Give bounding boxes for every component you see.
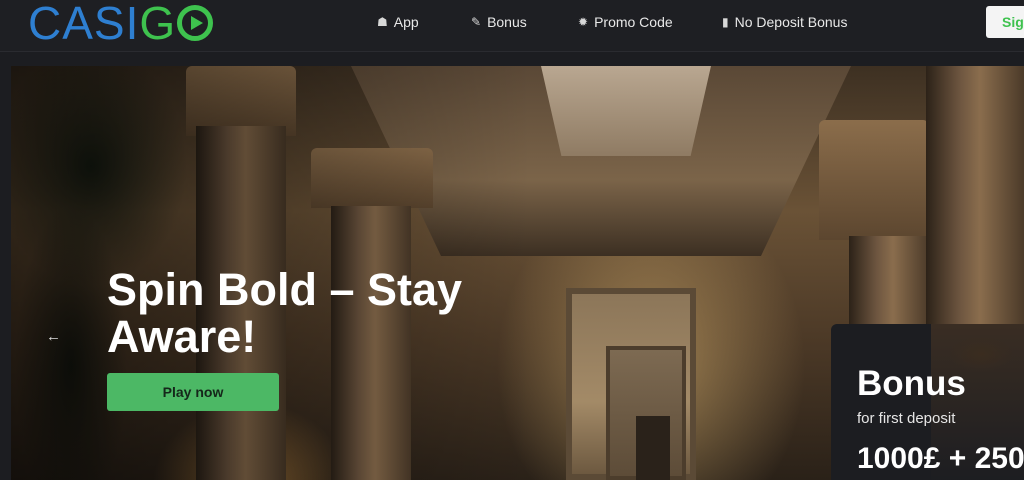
casigo-logo[interactable]: CASIG — [28, 0, 214, 49]
nav-item-label: App — [393, 14, 419, 30]
bonus-title: Bonus — [857, 364, 966, 403]
bonus-card[interactable]: Bonus for first deposit 1000£ + 250 — [831, 324, 1024, 480]
play-now-button[interactable]: Play now — [107, 373, 279, 411]
bonus-icon: ✎ — [471, 15, 482, 29]
logo-text-g: G — [139, 0, 177, 49]
nav-item-promo-code[interactable]: ✹ Promo Code — [578, 14, 673, 30]
nav-item-label: No Deposit Bonus — [734, 14, 848, 30]
hero-banner: ← Spin Bold – Stay Aware! Play now Bonus… — [11, 66, 1024, 480]
nav-item-app[interactable]: ☗ App — [377, 14, 419, 30]
hero-bg-skylight — [541, 66, 711, 156]
nav-item-bonus[interactable]: ✎ Bonus — [471, 14, 527, 30]
logo-play-icon — [177, 5, 214, 41]
nav-item-label: Promo Code — [594, 14, 673, 30]
nav-item-label: Bonus — [487, 14, 527, 30]
site-header: CASIG ☗ App ✎ Bonus ✹ Promo Code ▮ No De… — [0, 0, 1024, 52]
signup-button[interactable]: Sig — [986, 6, 1024, 38]
phone-icon: ▮ — [722, 15, 729, 29]
hero-bg-dark-door — [636, 416, 670, 480]
bonus-subtitle: for first deposit — [857, 410, 956, 427]
app-icon: ☗ — [377, 15, 388, 29]
promo-icon: ✹ — [578, 15, 589, 29]
hero-bg-pillar-cap — [819, 120, 929, 240]
logo-text-casi: CASI — [28, 0, 140, 49]
nav-item-no-deposit-bonus[interactable]: ▮ No Deposit Bonus — [722, 14, 847, 30]
carousel-prev-arrow-icon[interactable]: ← — [46, 328, 61, 345]
hero-title: Spin Bold – Stay Aware! — [107, 264, 463, 362]
bonus-amount: 1000£ + 250 — [857, 442, 1024, 475]
